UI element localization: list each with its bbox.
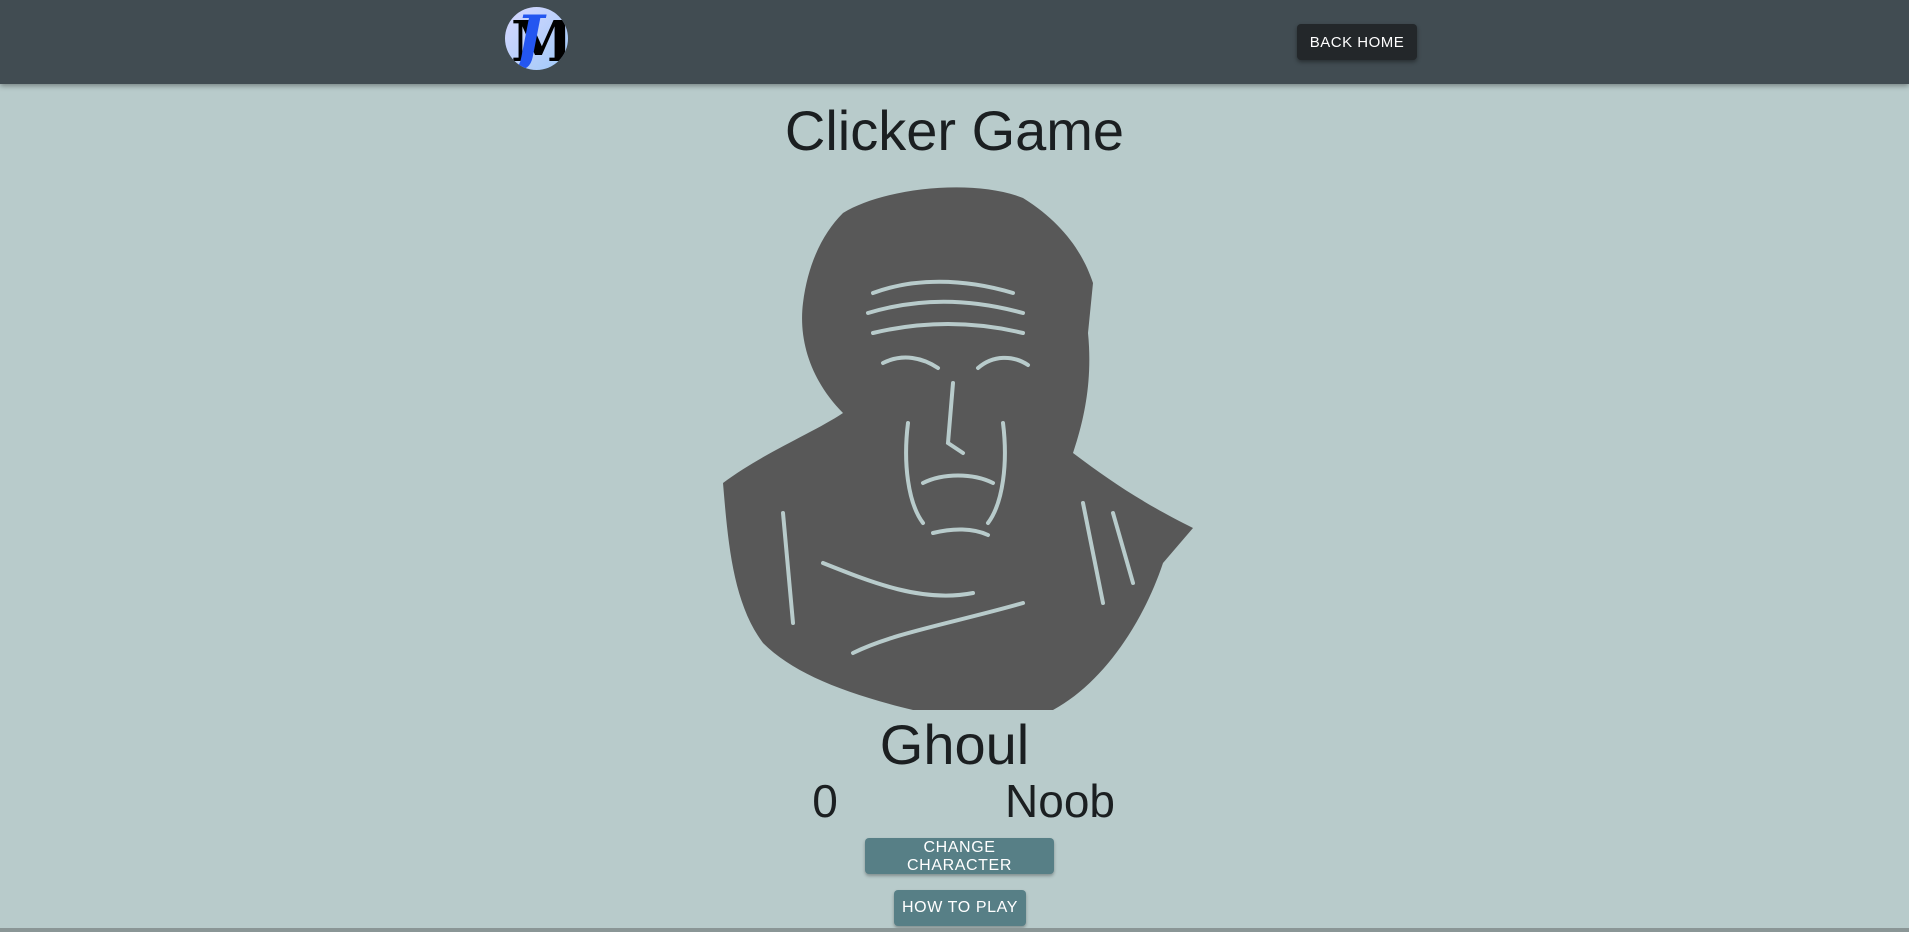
site-logo[interactable]: M J — [505, 7, 568, 70]
page-title: Clicker Game — [784, 99, 1125, 162]
bottom-edge — [0, 928, 1909, 932]
ghoul-character-image[interactable] — [723, 183, 1198, 710]
character-name: Ghoul — [879, 713, 1030, 776]
player-rank: Noob — [1005, 775, 1115, 827]
how-to-play-button[interactable]: HOW TO PLAY — [894, 890, 1026, 926]
click-score: 0 — [812, 775, 838, 827]
top-navbar: M J BACK HOME — [0, 0, 1909, 84]
back-home-button[interactable]: BACK HOME — [1297, 24, 1417, 60]
change-character-button[interactable]: CHANGE CHARACTER — [865, 838, 1054, 874]
logo-letter-j: J — [515, 7, 544, 70]
